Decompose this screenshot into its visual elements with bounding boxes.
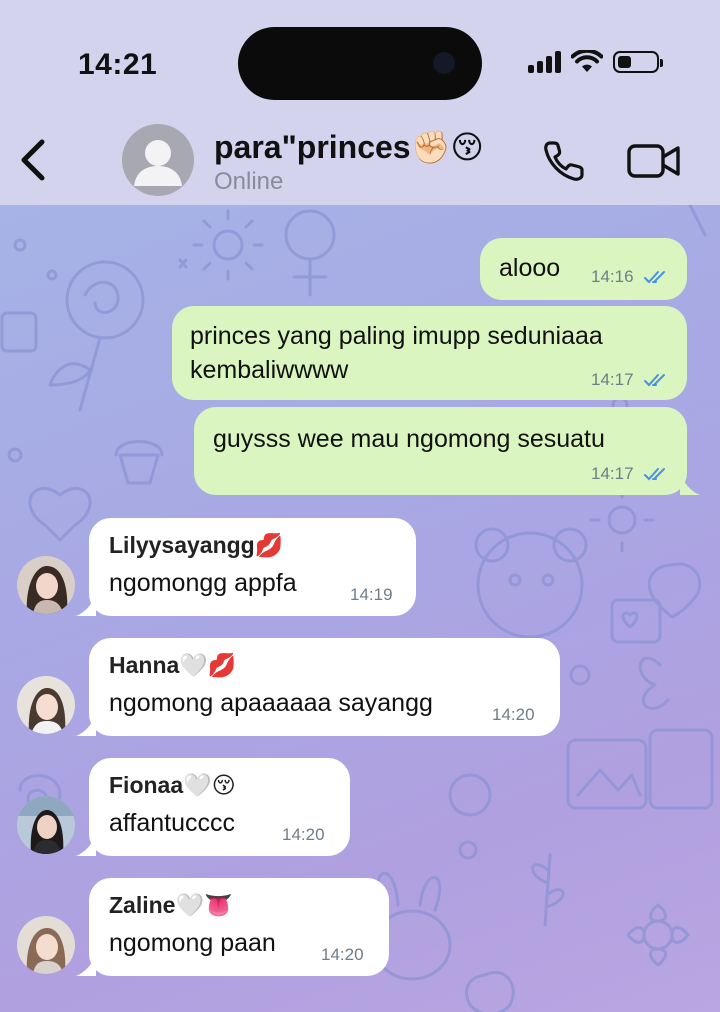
dynamic-island xyxy=(238,27,482,100)
message-bubble-incoming[interactable]: Lilyysayangg💋 ngomongg appfa 14:19 xyxy=(89,518,416,616)
sender-name[interactable]: Lilyysayangg💋 xyxy=(109,532,283,559)
member-avatar[interactable] xyxy=(17,676,75,734)
chat-area[interactable]: alooo 14:16 princes yang paling imupp se… xyxy=(0,205,720,1012)
bubble-tail xyxy=(680,473,700,495)
battery-icon xyxy=(613,51,663,73)
message-time: 14:17 xyxy=(591,370,634,389)
message-time: 14:20 xyxy=(282,825,325,844)
message-text: ngomong apaaaaaa sayangg xyxy=(109,689,433,717)
message-text: ngomongg appfa xyxy=(109,569,297,597)
message-bubble-incoming[interactable]: Fionaa🤍😚 affantucccc 14:20 xyxy=(89,758,350,856)
message-text: ngomong paan xyxy=(109,929,276,957)
chat-title[interactable]: para"princes✊🏻😚 xyxy=(214,128,484,166)
status-icons xyxy=(528,50,663,74)
message-time: 14:16 xyxy=(591,267,634,286)
message-time: 14:20 xyxy=(321,945,364,964)
battery-level xyxy=(618,56,631,68)
sender-name[interactable]: Hanna🤍💋 xyxy=(109,652,237,679)
message-text: kembaliwwww xyxy=(190,356,349,384)
message-time: 14:19 xyxy=(350,585,393,604)
wifi-icon xyxy=(571,50,603,72)
sender-name[interactable]: Fionaa🤍😚 xyxy=(109,772,236,799)
message-bubble-incoming[interactable]: Zaline🤍👅 ngomong paan 14:20 xyxy=(89,878,389,976)
video-camera-icon[interactable] xyxy=(626,140,682,182)
message-bubble-outgoing[interactable]: guysss wee mau ngomong sesuatu 14:17 xyxy=(194,407,687,495)
message-text: affantucccc xyxy=(109,809,236,837)
back-chevron-icon[interactable] xyxy=(14,136,50,184)
phone-icon[interactable] xyxy=(540,137,588,185)
member-avatar[interactable] xyxy=(17,916,75,974)
default-user-icon xyxy=(134,140,182,186)
front-camera-icon xyxy=(433,52,455,74)
message-time: 14:17 xyxy=(591,464,634,483)
message-bubble-incoming[interactable]: Hanna🤍💋 ngomong apaaaaaa sayangg 14:20 xyxy=(89,638,560,736)
message-time: 14:20 xyxy=(492,705,535,724)
bubble-tail xyxy=(76,954,96,976)
message-text: alooo xyxy=(499,254,561,282)
chat-header: 14:21 para"princes✊🏻😚 Online xyxy=(0,0,720,205)
member-avatar[interactable] xyxy=(17,556,75,614)
chat-status: Online xyxy=(214,168,284,195)
message-bubble-outgoing[interactable]: princes yang paling imupp seduniaaa kemb… xyxy=(172,306,687,400)
read-ticks-icon xyxy=(644,374,665,387)
message-text: princes yang paling imupp seduniaaa xyxy=(190,322,603,350)
status-time: 14:21 xyxy=(78,48,158,81)
bubble-tail xyxy=(76,594,96,616)
member-avatar[interactable] xyxy=(17,796,75,854)
bubble-tail xyxy=(76,714,96,736)
read-ticks-icon xyxy=(644,468,665,481)
bubble-tail xyxy=(76,834,96,856)
sender-name[interactable]: Zaline🤍👅 xyxy=(109,892,233,919)
message-text: guysss wee mau ngomong sesuatu xyxy=(213,425,605,453)
group-avatar[interactable] xyxy=(122,124,194,196)
signal-icon xyxy=(528,51,561,73)
message-bubble-outgoing[interactable]: alooo 14:16 xyxy=(480,238,687,300)
read-ticks-icon xyxy=(644,271,665,284)
